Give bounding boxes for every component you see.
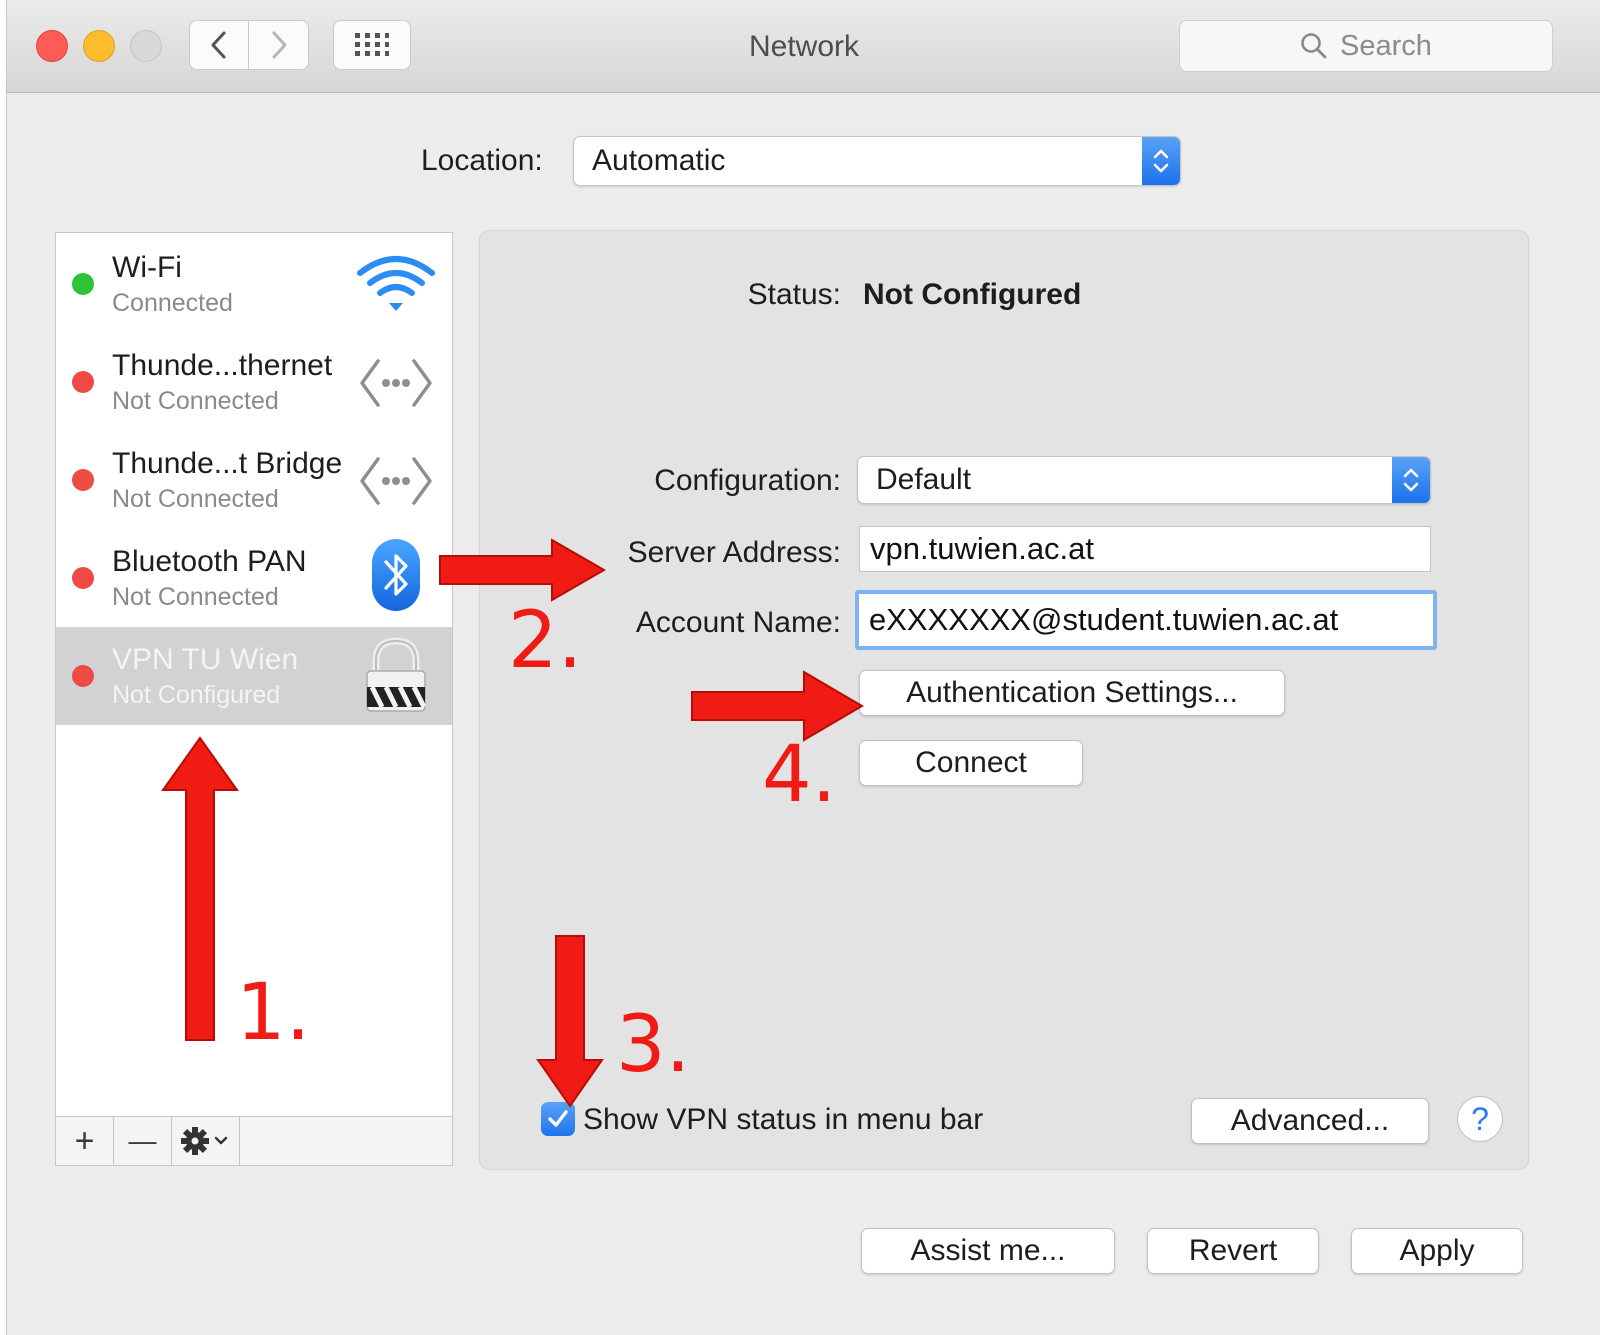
step-1-label: 1.: [236, 968, 311, 1058]
arrow-up-step1: [161, 736, 239, 1041]
step-3-label: 3.: [616, 1000, 691, 1090]
arrow-down-step3: [536, 935, 604, 1108]
arrow-right-step2: [439, 538, 607, 602]
annotation-arrows: [161, 538, 864, 1108]
step-4-label: 4.: [762, 730, 837, 820]
step-2-label: 2.: [508, 596, 583, 686]
